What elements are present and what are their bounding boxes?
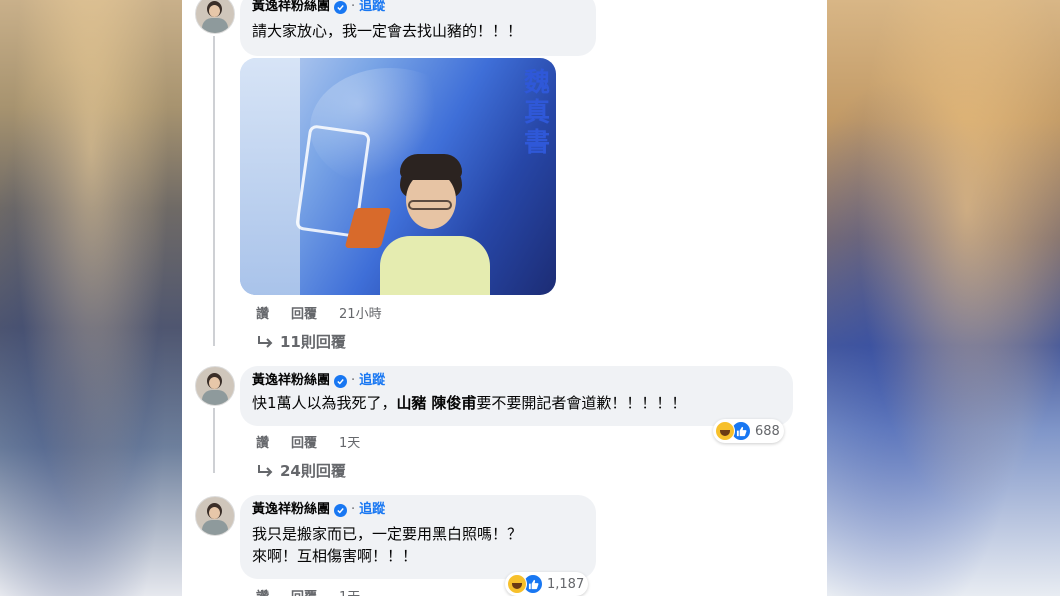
like-link[interactable]: 讚 [256, 586, 269, 596]
blurred-background-left [0, 0, 182, 596]
timestamp[interactable]: 21小時 [339, 303, 382, 322]
tagged-user[interactable]: 陳俊甫 [431, 394, 476, 412]
replies-count: 24則回覆 [280, 462, 346, 480]
comment-bubble: 黃逸祥粉絲團 · 追蹤 請大家放心，我一定會去找山豬的！！！ [240, 0, 596, 56]
author-name[interactable]: 黃逸祥粉絲團 [252, 0, 330, 16]
comment-text: 請大家放心，我一定會去找山豬的！！！ [252, 22, 523, 40]
reaction-count: 688 [755, 423, 780, 439]
like-link[interactable]: 讚 [256, 432, 269, 451]
comment-text-line-2: 來啊！互相傷害啊！！！ [252, 547, 418, 565]
avatar[interactable] [195, 496, 235, 536]
follow-button[interactable]: 追蹤 [359, 0, 385, 16]
follow-button[interactable]: 追蹤 [359, 501, 385, 519]
comment-actions: 讚 回覆 1天 [256, 586, 360, 596]
view-replies-link[interactable]: 24則回覆 [256, 460, 346, 481]
reaction-count: 1,187 [547, 576, 585, 592]
thread-line [213, 408, 215, 473]
separator-dot: · [351, 373, 356, 388]
reply-arrow-icon [258, 464, 273, 477]
replies-count: 11則回覆 [280, 333, 346, 351]
verified-badge-icon [334, 0, 348, 14]
reply-arrow-icon [258, 335, 273, 348]
tagged-user[interactable]: 山豬 [397, 394, 427, 412]
verified-badge-icon [334, 374, 348, 388]
avatar[interactable] [195, 366, 235, 406]
blurred-background-right [827, 0, 1060, 596]
haha-icon [715, 421, 735, 441]
like-link[interactable]: 讚 [256, 303, 269, 322]
comment-actions: 讚 回覆 1天 [256, 432, 360, 451]
timestamp[interactable]: 1天 [339, 432, 360, 451]
comment-actions: 讚 回覆 21小時 [256, 303, 382, 322]
photo-sign-text: 魏真書 [524, 68, 551, 158]
comment-bubble: 黃逸祥粉絲團 · 追蹤 快1萬人以為我死了，山豬 陳俊甫要不要開記者會道歉！！！… [240, 366, 793, 426]
thread-line [213, 36, 215, 346]
comment-photo[interactable]: 魏真書 [240, 58, 556, 295]
follow-button[interactable]: 追蹤 [359, 372, 385, 390]
comments-panel: 黃逸祥粉絲團 · 追蹤 請大家放心，我一定會去找山豬的！！！ 魏真書 讚 回覆 [182, 0, 827, 596]
separator-dot: · [351, 0, 356, 14]
timestamp[interactable]: 1天 [339, 586, 360, 596]
author-name[interactable]: 黃逸祥粉絲團 [252, 372, 330, 390]
reaction-summary[interactable]: 1,187 [505, 572, 589, 596]
reply-link[interactable]: 回覆 [291, 586, 317, 596]
verified-badge-icon [334, 503, 348, 517]
comment-text-line-1: 我只是搬家而已，一定要用黑白照嗎！？ [252, 525, 523, 543]
view-replies-link[interactable]: 11則回覆 [256, 331, 346, 352]
reaction-summary[interactable]: 688 [713, 419, 784, 443]
avatar[interactable] [195, 0, 235, 34]
separator-dot: · [351, 502, 356, 517]
reply-link[interactable]: 回覆 [291, 432, 317, 451]
haha-icon [507, 574, 527, 594]
author-name[interactable]: 黃逸祥粉絲團 [252, 501, 330, 519]
reply-link[interactable]: 回覆 [291, 303, 317, 322]
comment-text: 快1萬人以為我死了，山豬 陳俊甫要不要開記者會道歉！！！！！ [252, 394, 687, 412]
comment-bubble: 黃逸祥粉絲團 · 追蹤 我只是搬家而已，一定要用黑白照嗎！？ 來啊！互相傷害啊！… [240, 495, 596, 579]
